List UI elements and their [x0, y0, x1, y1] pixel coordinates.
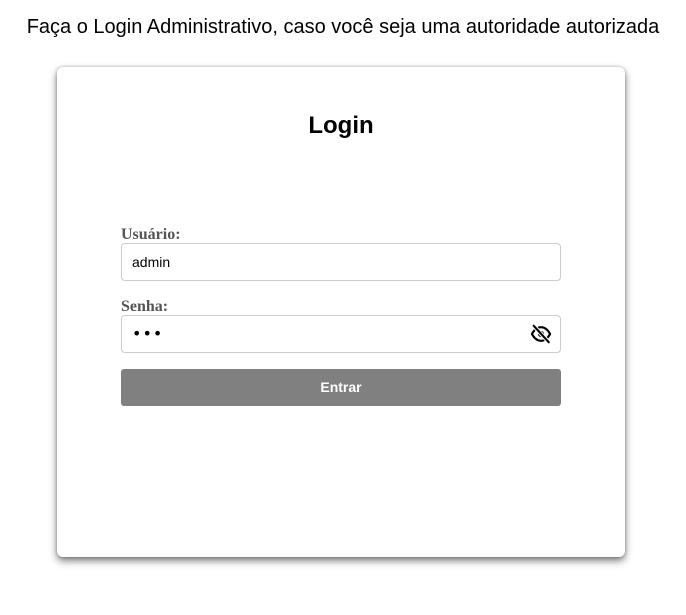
username-label: Usuário:	[121, 226, 181, 243]
login-card: Login Usuário: admin Senha: ••• Entrar	[57, 67, 625, 557]
username-input[interactable]: admin	[121, 243, 561, 281]
login-submit-button[interactable]: Entrar	[121, 369, 561, 406]
eye-slash-icon[interactable]	[530, 323, 552, 345]
password-label: Senha:	[121, 298, 169, 315]
page-heading: Faça o Login Administrativo, caso você s…	[26, 16, 660, 38]
login-title: Login	[308, 112, 374, 139]
password-masked-value: •••	[132, 324, 164, 343]
username-value: admin	[132, 254, 171, 270]
password-input[interactable]: •••	[121, 315, 561, 353]
